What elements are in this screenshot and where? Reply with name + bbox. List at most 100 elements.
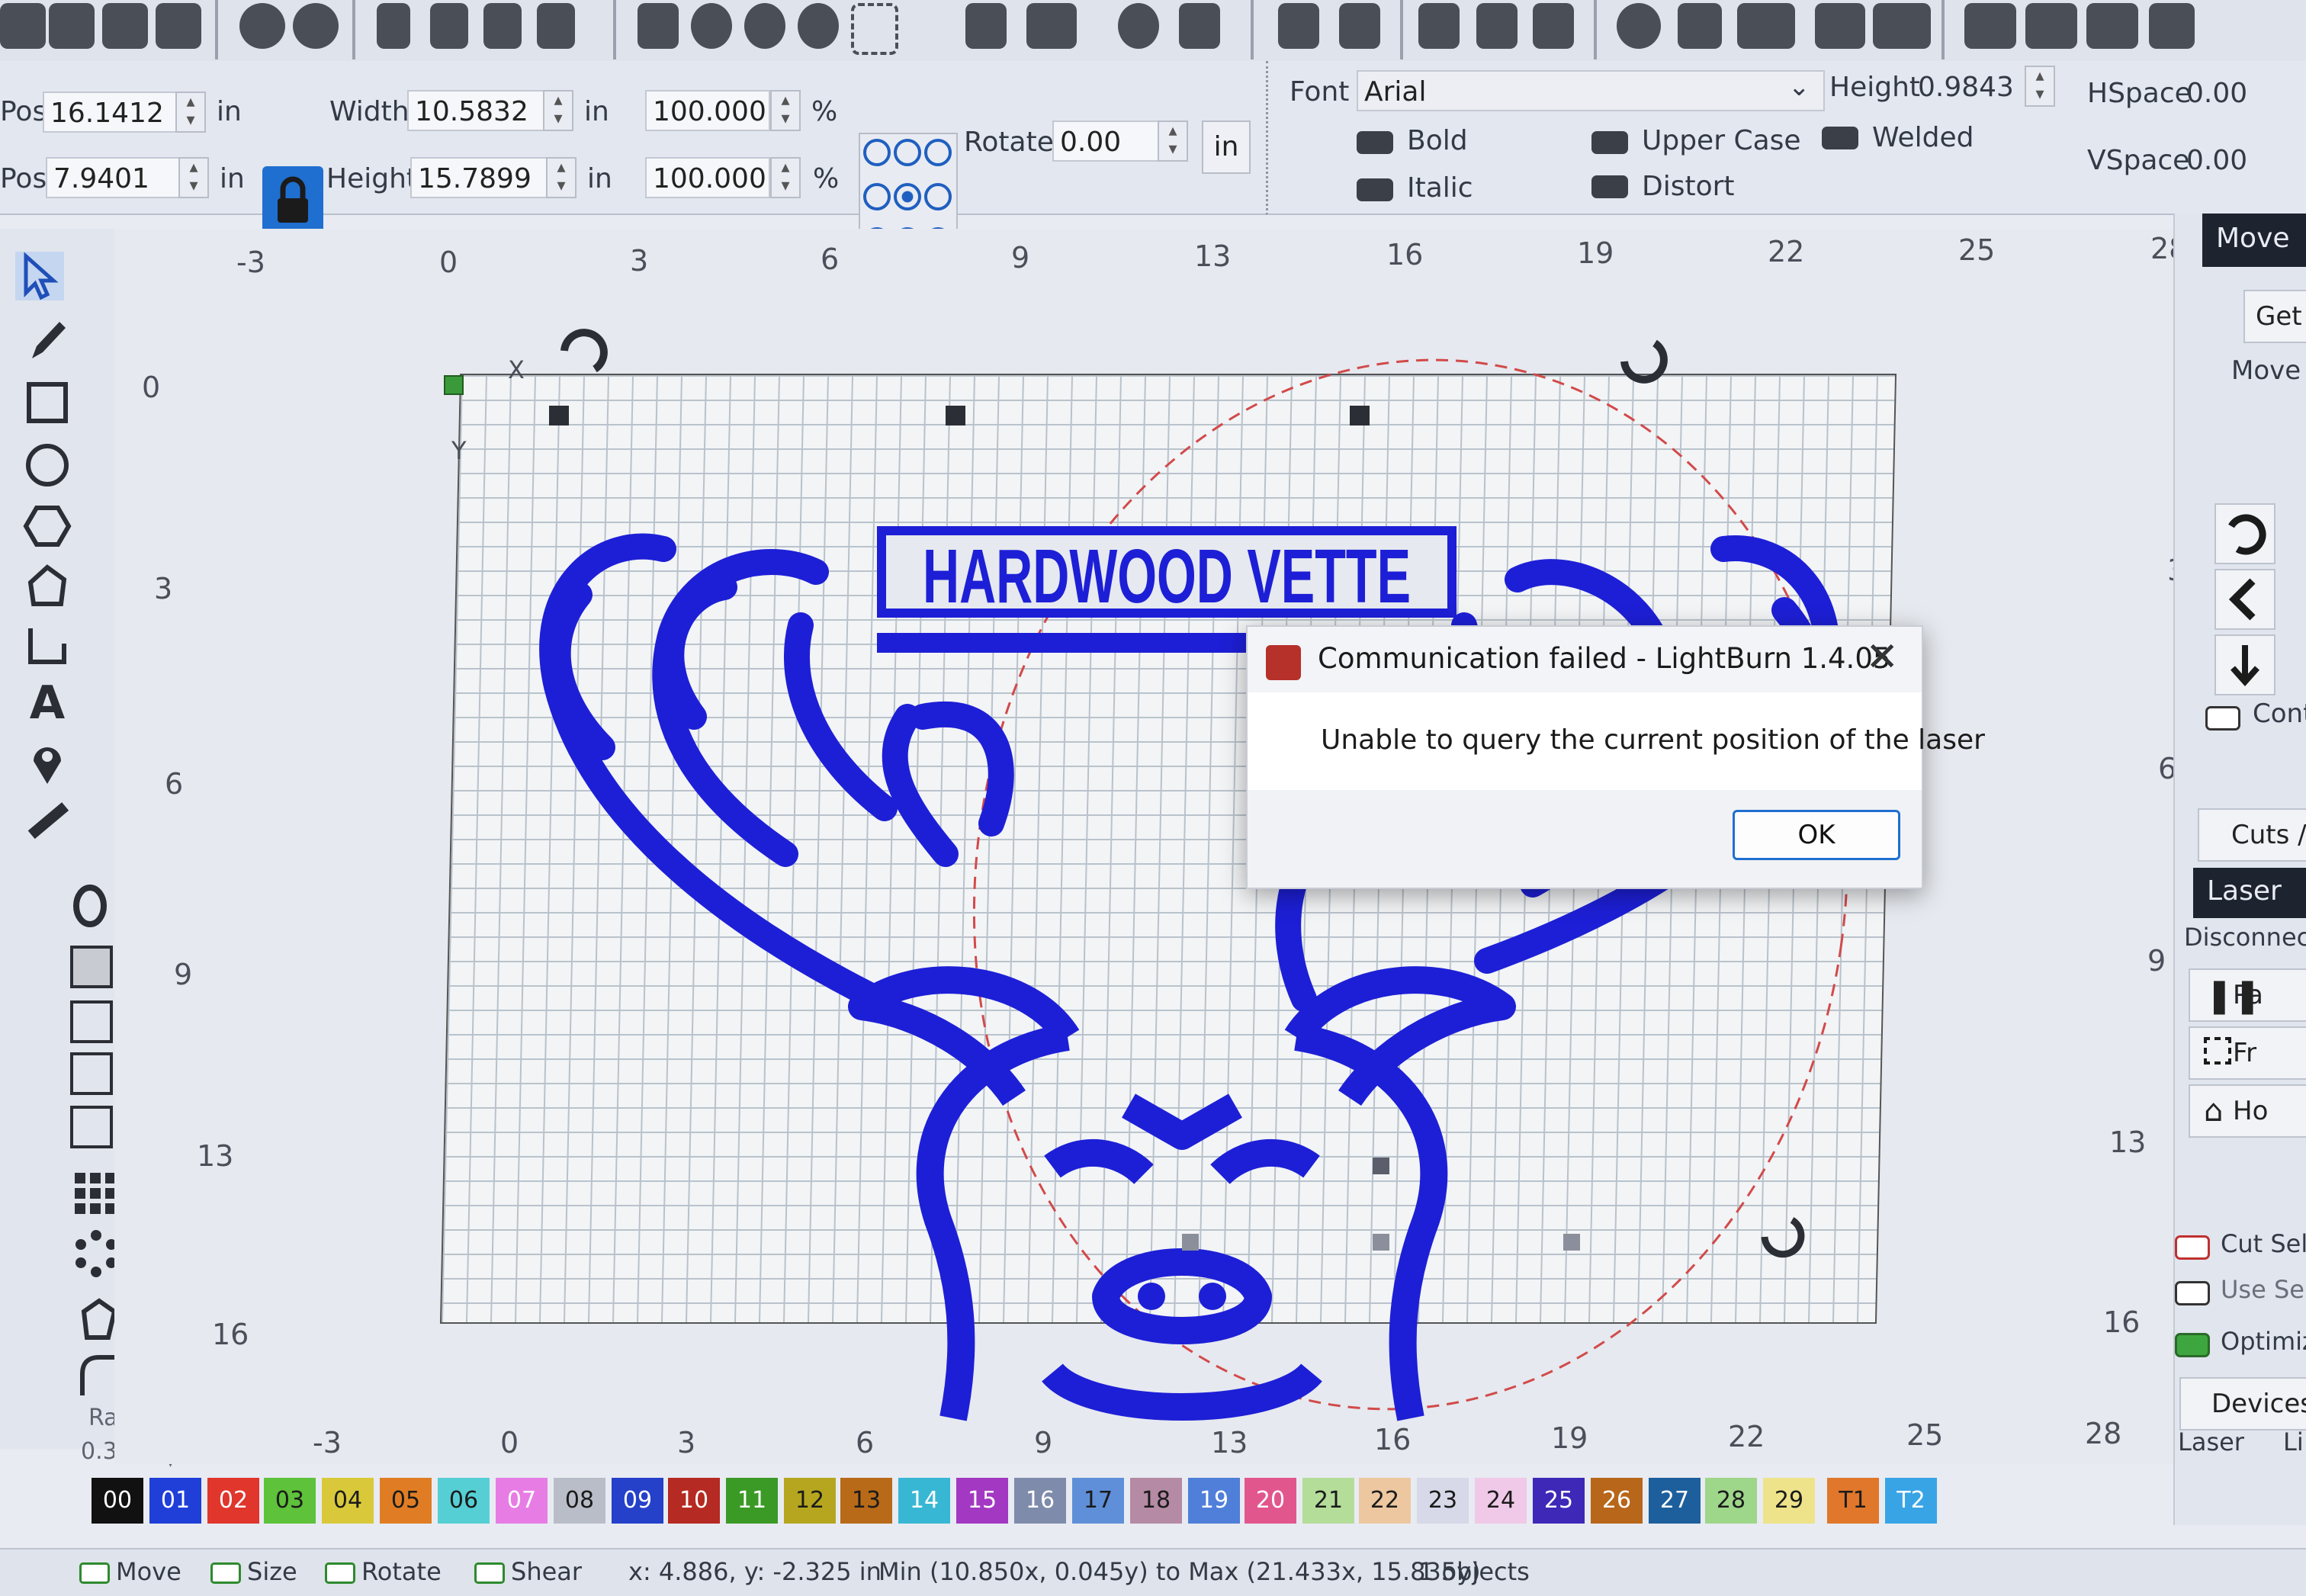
status-size-mode[interactable]: Size [210, 1557, 297, 1586]
italic-toggle[interactable] [1357, 178, 1393, 201]
palette-swatch[interactable]: 07 [496, 1478, 548, 1524]
undo-arrow-icon[interactable] [2214, 503, 2275, 564]
lock-aspect-button[interactable] [262, 166, 323, 235]
font-height-spinner[interactable]: ▴ ▾ [2025, 66, 2055, 107]
rotate-spinner[interactable]: ▴ ▾ [1158, 120, 1188, 162]
user-icon[interactable] [1339, 3, 1380, 49]
optimize-cut-path-toggle[interactable] [2175, 1333, 2210, 1357]
palette-swatch[interactable]: T2 [1885, 1478, 1937, 1524]
trace-image-icon[interactable] [1278, 3, 1319, 49]
palette-swatch[interactable]: 08 [554, 1478, 605, 1524]
scale-height-spinner[interactable]: ▴ ▾ [770, 157, 801, 198]
grid-array-icon[interactable] [72, 1170, 120, 1219]
origin-top[interactable] [894, 139, 921, 166]
vspace-value[interactable]: 0.00 [2186, 145, 2247, 176]
pen-draw-icon[interactable] [23, 316, 72, 364]
zoom-frame-icon[interactable] [851, 3, 898, 55]
ypos-spinner[interactable]: ▴ ▾ [178, 157, 209, 198]
cut-selected-toggle[interactable] [2175, 1235, 2210, 1260]
zoom-extents-icon[interactable] [691, 3, 732, 49]
width-field[interactable]: 10.5832 [407, 90, 544, 131]
use-selection-origin-toggle[interactable] [2175, 1281, 2210, 1305]
paste-icon[interactable] [483, 3, 522, 49]
palette-swatch[interactable]: 00 [92, 1478, 143, 1524]
palette-swatch[interactable]: 20 [1245, 1478, 1296, 1524]
palette-swatch[interactable]: 24 [1475, 1478, 1527, 1524]
palette-swatch[interactable]: 18 [1130, 1478, 1182, 1524]
xpos-spinner[interactable]: ▴ ▾ [175, 92, 206, 133]
select-arrow-icon[interactable] [15, 252, 64, 300]
position-laser-icon[interactable] [23, 738, 72, 787]
shape-icon[interactable] [23, 561, 72, 610]
mirror-icon[interactable] [1533, 3, 1574, 49]
palette-swatch[interactable]: 06 [438, 1478, 490, 1524]
scale-height-field[interactable]: 100.000 [645, 157, 770, 198]
flip-horizontal-icon[interactable] [1418, 3, 1460, 49]
height-field[interactable]: 15.7899 [410, 157, 548, 198]
camera-icon[interactable] [965, 3, 1007, 49]
units-toggle-button[interactable]: in [1202, 120, 1251, 174]
distribute-vertical-icon[interactable] [2025, 3, 2077, 49]
align-center-icon[interactable] [1737, 3, 1795, 49]
save-as-icon[interactable] [156, 3, 201, 49]
origin-center[interactable] [894, 183, 921, 210]
welded-toggle[interactable] [1822, 127, 1858, 149]
tab-library[interactable]: Li [2283, 1427, 2304, 1456]
boolean-intersect-icon[interactable] [70, 1106, 113, 1148]
palette-swatch[interactable]: 04 [322, 1478, 374, 1524]
chevron-down-icon[interactable]: ⌄ [1788, 72, 1810, 102]
palette-swatch[interactable]: 26 [1591, 1478, 1643, 1524]
dock-icon[interactable] [2149, 3, 2195, 49]
distribute-horizontal-icon[interactable] [1964, 3, 2016, 49]
continuous-jog-toggle[interactable] [2205, 706, 2240, 731]
palette-swatch[interactable]: 09 [612, 1478, 663, 1524]
palette-swatch[interactable]: 12 [784, 1478, 836, 1524]
scale-width-spinner[interactable]: ▴ ▾ [770, 90, 801, 131]
ellipse-icon[interactable] [23, 441, 72, 490]
export-icon[interactable] [293, 3, 339, 49]
font-select[interactable]: Arial [1357, 70, 1825, 111]
circular-array-icon[interactable] [72, 1229, 120, 1278]
tools-icon[interactable] [1179, 3, 1220, 49]
close-icon[interactable]: ✕ [1865, 634, 1899, 680]
palette-swatch[interactable]: 11 [726, 1478, 778, 1524]
save-icon[interactable] [102, 3, 148, 49]
import-icon[interactable] [239, 3, 285, 49]
monitor-icon[interactable] [1026, 3, 1077, 49]
open-folder-icon[interactable] [49, 3, 95, 49]
zoom-out-icon[interactable] [798, 3, 839, 49]
pause-button[interactable]: ❚❚ Pa [2189, 968, 2306, 1022]
polygon-icon[interactable] [23, 502, 72, 551]
palette-swatch[interactable]: 01 [149, 1478, 201, 1524]
palette-swatch[interactable]: 13 [840, 1478, 892, 1524]
new-file-icon[interactable] [0, 3, 46, 49]
tab-laser[interactable]: Laser [2193, 868, 2306, 918]
boolean-union-icon[interactable] [70, 1000, 113, 1043]
offset-shapes-icon[interactable] [66, 881, 114, 930]
bold-toggle[interactable] [1357, 131, 1393, 154]
settings-gear-icon[interactable] [1118, 3, 1159, 49]
pan-icon[interactable] [638, 3, 679, 49]
palette-swatch[interactable]: 05 [380, 1478, 432, 1524]
palette-swatch[interactable]: 15 [956, 1478, 1008, 1524]
palette-swatch[interactable]: 17 [1072, 1478, 1124, 1524]
status-shear-mode[interactable]: Shear [474, 1557, 582, 1586]
align-top-icon[interactable] [1815, 3, 1865, 49]
origin-top-left[interactable] [863, 139, 891, 166]
palette-swatch[interactable]: 22 [1359, 1478, 1411, 1524]
align-left-icon[interactable] [1678, 3, 1722, 49]
origin-top-right[interactable] [924, 139, 952, 166]
palette-swatch[interactable]: 21 [1302, 1478, 1354, 1524]
copy-icon[interactable] [430, 3, 468, 49]
origin-left[interactable] [863, 183, 891, 210]
cut-icon[interactable] [377, 3, 410, 49]
rotate-field[interactable]: 0.00 [1052, 120, 1159, 162]
palette-swatch[interactable]: 16 [1014, 1478, 1066, 1524]
upper-case-toggle[interactable] [1591, 131, 1628, 154]
distort-toggle[interactable] [1591, 175, 1628, 198]
get-position-button[interactable]: Get [2243, 290, 2306, 343]
palette-swatch[interactable]: 27 [1649, 1478, 1701, 1524]
palette-swatch[interactable]: 02 [207, 1478, 259, 1524]
measure-ruler-icon[interactable] [23, 796, 72, 845]
palette-swatch[interactable]: 28 [1705, 1478, 1757, 1524]
